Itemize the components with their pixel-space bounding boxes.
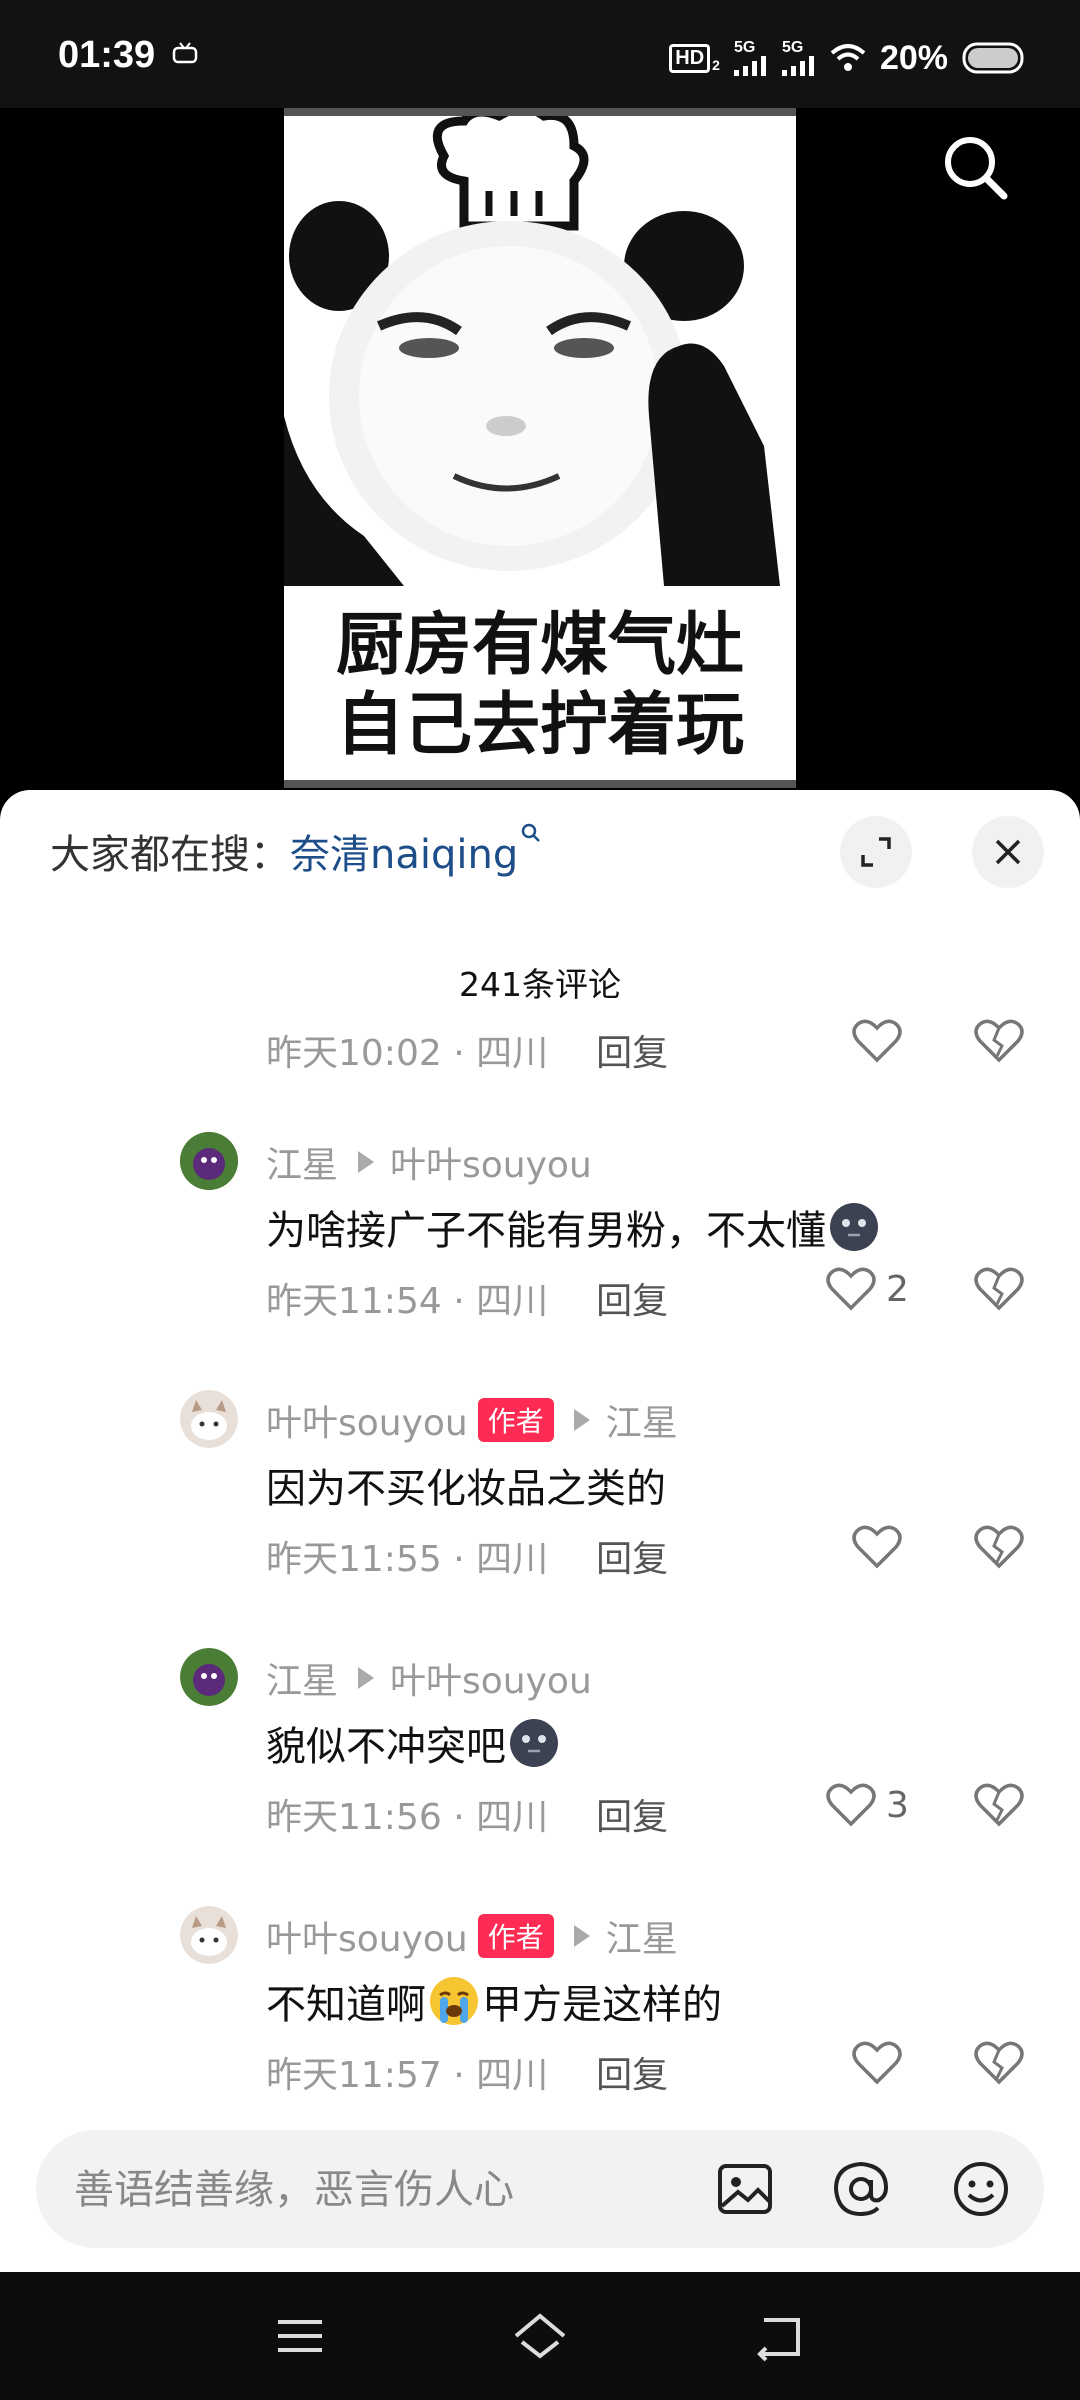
broken-heart-icon[interactable] [974,1018,1024,1064]
video-area[interactable]: 厨房有煤气灶 自己去拧着玩 [0,108,1080,798]
comment-time: 昨天11:56 · 四川 回复 [266,1797,669,1838]
heart-icon [826,1783,876,1827]
comment-author[interactable]: 江星 [266,1652,338,1704]
home-icon[interactable] [510,2308,570,2364]
reply-arrow-icon [573,1925,590,1947]
comment-item: 叶叶souyou 作者 江星 因为不买化妆品之类的 昨天11:55 · 四川 回复 [0,1390,1080,1620]
comment-time: 昨天11:54 · 四川 回复 [266,1281,669,1322]
comment-author[interactable]: 叶叶souyou [266,1910,468,1962]
image-icon[interactable] [714,2158,776,2220]
broken-heart-icon[interactable] [974,2040,1024,2086]
reply-button[interactable]: 回复 [596,1033,668,1074]
comment-sheet: 大家都在搜：奈清naiqing 241条评论 昨天10:02 · 四川 回复 江星 [0,790,1080,2272]
comment-meta: 江星 叶叶souyou [266,1652,592,1704]
broken-heart-icon[interactable] [974,1524,1024,1570]
comment-input[interactable] [72,2160,676,2220]
reply-to-user[interactable]: 叶叶souyou [390,1652,592,1704]
comment-item: 江星 叶叶souyou 为啥接广子不能有男粉，不太懂 昨天11:54 · 四川回… [0,1132,1080,1362]
like-count: 3 [886,1784,909,1826]
expand-button[interactable] [840,816,912,888]
cat-avatar-icon [180,1906,238,1964]
search-suggestion[interactable]: 大家都在搜：奈清naiqing [50,822,542,880]
hd-icon: HD 2 [669,43,720,73]
author-badge: 作者 [477,1914,554,1958]
reply-to-user[interactable]: 叶叶souyou [390,1136,592,1188]
dark-face-emoji-icon [830,1203,878,1251]
status-right: HD 2 5G 5G 20% [669,38,1028,78]
at-mention-icon[interactable] [830,2158,892,2220]
comment-item: 昨天10:02 · 四川 回复 [0,1019,1080,1104]
comment-author[interactable]: 江星 [266,1136,338,1188]
search-icon[interactable] [936,128,1016,208]
like-button[interactable]: 3 [826,1782,909,1828]
close-button[interactable] [972,816,1044,888]
comment-text: 貌似不冲突吧 [266,1714,562,1772]
meme-image: 厨房有煤气灶 自己去拧着玩 [284,108,796,788]
comment-author[interactable]: 叶叶souyou [266,1394,468,1446]
like-count: 2 [886,1268,909,1310]
system-nav-bar [0,2272,1080,2400]
broken-heart-icon[interactable] [974,1782,1024,1828]
signal-icon-1: 5G [733,40,768,76]
comment-input-bar [36,2130,1044,2248]
menu-icon[interactable] [270,2308,330,2364]
comment-text: 因为不买化妆品之类的 [266,1466,666,1512]
heart-icon [852,1525,902,1569]
status-time: 01:39 [58,34,156,76]
cat-avatar-icon [180,1390,238,1448]
comment-meta: 叶叶souyou 作者 江星 [266,1394,678,1446]
reply-arrow-icon [358,1151,375,1173]
comment-item: 江星 叶叶souyou 貌似不冲突吧 昨天11:56 · 四川 回复 3 [0,1648,1080,1878]
comment-meta: 江星 叶叶souyou [266,1136,592,1188]
comment-text: 为啥接广子不能有男粉，不太懂 [266,1198,882,1256]
avatar[interactable] [180,1132,238,1190]
status-bar: 01:39 HD 2 5G 5G 20% [0,0,1080,108]
meme-caption: 厨房有煤气灶 自己去拧着玩 [335,606,744,765]
battery-percent: 20% [879,38,948,77]
comment-time: 昨天11:55 · 四川 回复 [266,1539,669,1580]
reply-to-user[interactable]: 江星 [606,1394,678,1446]
crying-face-emoji-icon [430,1977,478,2025]
panda-chef-illustration [284,116,780,586]
dark-face-emoji-icon [510,1719,558,1767]
comment-count: 241条评论 [459,965,621,1004]
reply-to-user[interactable]: 江星 [606,1910,678,1962]
reply-button[interactable]: 回复 [596,1797,668,1838]
like-button[interactable] [852,1524,902,1570]
heart-icon [852,2041,902,2085]
avatar[interactable] [180,1906,238,1964]
heart-icon [826,1267,876,1311]
grape-avatar-icon [180,1648,238,1706]
like-button[interactable] [852,1018,902,1064]
wifi-icon [830,44,866,71]
suggestion-prefix: 大家都在搜： [50,832,290,878]
comment-item: 叶叶souyou 作者 江星 不知道啊 甲方是这样的 昨天11:57 · 四川回… [0,1906,1080,2126]
comment-time: 昨天11:57 · 四川 回复 [266,2055,669,2096]
back-icon[interactable] [750,2308,810,2364]
battery-icon [962,42,1024,74]
like-button[interactable] [852,2040,902,2086]
grape-avatar-icon [180,1132,238,1190]
avatar[interactable] [180,1648,238,1706]
avatar[interactable] [180,1390,238,1448]
expand-icon [861,837,891,867]
comment-text: 不知道啊 甲方是这样的 [266,1972,722,2030]
reply-arrow-icon [358,1667,375,1689]
comment-time: 昨天10:02 · 四川 回复 [266,1033,669,1074]
author-badge: 作者 [477,1398,554,1442]
signal-icon-2: 5G [781,40,816,76]
reply-button[interactable]: 回复 [596,1539,668,1580]
reply-button[interactable]: 回复 [596,1281,668,1322]
comment-meta: 叶叶souyou 作者 江星 [266,1910,678,1962]
emoji-icon[interactable] [950,2158,1012,2220]
reply-button[interactable]: 回复 [596,2055,668,2096]
heart-icon [852,1019,902,1063]
tv-icon [172,42,198,64]
broken-heart-icon[interactable] [974,1266,1024,1312]
like-button[interactable]: 2 [826,1266,909,1312]
suggestion-keyword[interactable]: 奈清naiqing [290,832,518,878]
reply-arrow-icon [573,1409,590,1431]
close-icon [995,839,1021,865]
small-search-icon [521,823,541,842]
